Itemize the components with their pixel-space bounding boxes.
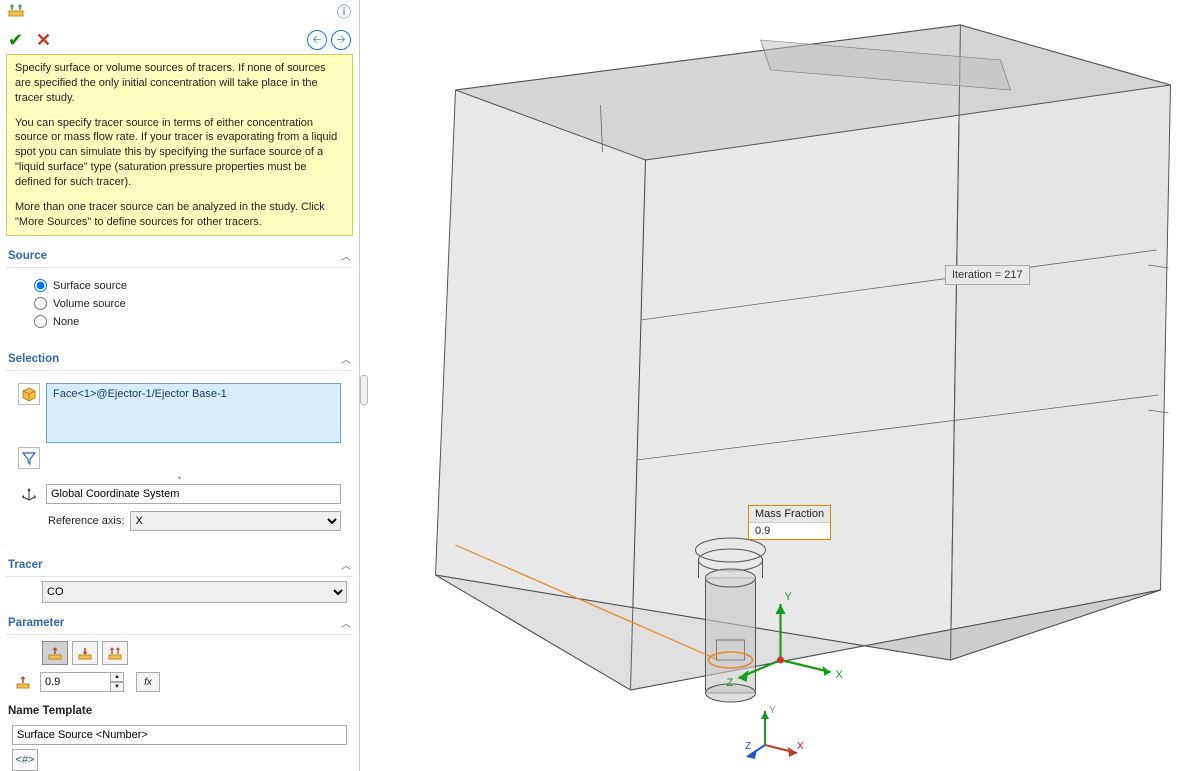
section-parameter: Parameter ︿ ▲▼ fx (6, 611, 353, 693)
filter-button[interactable] (18, 447, 40, 469)
param-mode-3[interactable] (102, 641, 128, 665)
section-title: Parameter (8, 617, 64, 629)
info-paragraph: More than one tracer source can be analy… (15, 200, 344, 230)
coordinate-system-row (18, 483, 341, 505)
svg-text:X: X (797, 741, 804, 752)
section-header-name-template[interactable]: Name Template (6, 701, 353, 721)
chevron-up-icon: ︿ (341, 248, 351, 263)
info-box: Specify surface or volume sources of tra… (6, 54, 353, 236)
callout-value: 0.9 (749, 523, 830, 539)
chevron-up-icon: ︿ (341, 557, 351, 572)
cancel-button[interactable]: ✕ (36, 30, 51, 51)
tracer-dropdown-wrap: CO (42, 581, 347, 603)
param-mode-2[interactable] (72, 641, 98, 665)
selection-item: Face<1>@Ejector-1/Ejector Base-1 (53, 388, 227, 400)
info-paragraph: Specify surface or volume sources of tra… (15, 61, 344, 106)
reference-axis-row: Reference axis: X (48, 511, 341, 531)
radio-label: None (53, 316, 79, 328)
chevron-up-icon: ︿ (341, 351, 351, 366)
view-orientation-triad[interactable]: Y X Z (745, 705, 805, 763)
param-mode-1[interactable] (42, 641, 68, 665)
axis-y-label: Y (785, 591, 793, 603)
svg-text:Z: Z (745, 741, 751, 752)
selection-list[interactable]: Face<1>@Ejector-1/Ejector Base-1 (46, 383, 341, 443)
name-template-input[interactable] (12, 725, 347, 745)
radio-none[interactable]: None (34, 315, 347, 328)
fx-button[interactable]: fx (136, 672, 160, 692)
hash-label: <#> (16, 754, 35, 766)
selection-faces: Face<1>@Ejector-1/Ejector Base-1 (18, 383, 341, 443)
scene-3d[interactable]: X Y Z (360, 0, 1201, 771)
name-template-input-wrap (12, 725, 347, 745)
fx-label: fx (144, 677, 152, 688)
iteration-label: Iteration = 217 (945, 265, 1030, 285)
radio-volume-source[interactable]: Volume source (34, 297, 347, 310)
feature-icon (8, 2, 24, 21)
section-source: Source ︿ Surface source Volume source No… (6, 244, 353, 339)
axis-select[interactable]: X (130, 511, 341, 531)
property-panel: ⓘ ✔ ✕ 🡠 🡢 Specify surface or volume sour… (0, 0, 360, 771)
nav-forward-button[interactable]: 🡢 (331, 30, 351, 50)
mass-fraction-callout[interactable]: Mass Fraction 0.9 (748, 505, 831, 540)
axis-x-label: X (836, 669, 844, 681)
panel-toolbar: ⓘ ✔ ✕ 🡠 🡢 (0, 0, 359, 54)
face-select-icon[interactable] (18, 383, 40, 405)
panel-resize-grip[interactable] (360, 375, 368, 405)
section-title: Source (8, 250, 47, 262)
radio-label: Surface source (53, 280, 127, 292)
ok-button[interactable]: ✔ (8, 30, 23, 51)
section-name-template: Name Template <#> (6, 701, 353, 771)
radio-input[interactable] (34, 297, 47, 310)
radio-label: Volume source (53, 298, 126, 310)
panel-scroll-area[interactable]: Specify surface or volume sources of tra… (0, 54, 359, 771)
spin-up[interactable]: ▲ (110, 672, 124, 682)
help-icon[interactable]: ⓘ (337, 2, 351, 22)
value-spinner[interactable]: ▲▼ (40, 672, 130, 692)
section-header-source[interactable]: Source ︿ (6, 244, 353, 268)
section-title: Name Template (8, 705, 92, 717)
parameter-mode-buttons (42, 641, 347, 665)
viewport-3d[interactable]: X Y Z Iteration = 217 Mass Fraction 0.9 … (360, 0, 1201, 771)
section-body-source: Surface source Volume source None (6, 268, 353, 339)
coord-system-icon (18, 483, 40, 505)
section-tracer: Tracer ︿ CO (6, 553, 353, 603)
section-title: Selection (8, 353, 59, 365)
radio-input[interactable] (34, 315, 47, 328)
axis-label: Reference axis: (48, 515, 124, 527)
section-header-selection[interactable]: Selection ︿ (6, 347, 353, 371)
radio-input[interactable] (34, 279, 47, 292)
value-input[interactable] (40, 672, 110, 692)
callout-header: Mass Fraction (749, 506, 830, 523)
svg-text:Y: Y (769, 705, 776, 716)
chevron-up-icon: ︿ (341, 615, 351, 630)
info-paragraph: You can specify tracer source in terms o… (15, 116, 344, 190)
coord-system-input[interactable] (46, 484, 341, 504)
axis-z-label: Z (727, 677, 734, 689)
parameter-value-row: ▲▼ fx (12, 671, 347, 693)
insert-number-button[interactable]: <#> (12, 749, 38, 771)
section-title: Tracer (8, 559, 43, 571)
section-header-parameter[interactable]: Parameter ︿ (6, 611, 353, 635)
tracer-select[interactable]: CO (42, 581, 347, 603)
value-icon (12, 671, 34, 693)
nav-back-button[interactable]: 🡠 (307, 30, 327, 50)
resize-grip[interactable]: ● (12, 473, 347, 477)
section-header-tracer[interactable]: Tracer ︿ (6, 553, 353, 577)
radio-surface-source[interactable]: Surface source (34, 279, 347, 292)
section-selection: Selection ︿ Face<1>@Ejector-1/Ejector Ba… (6, 347, 353, 545)
spin-down[interactable]: ▼ (110, 682, 124, 692)
